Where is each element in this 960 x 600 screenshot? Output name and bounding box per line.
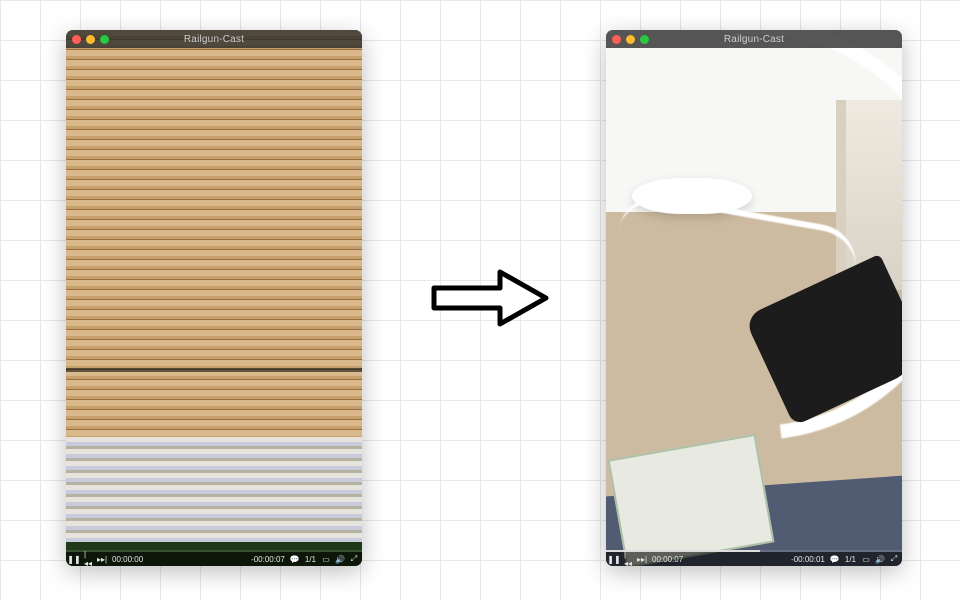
prev-track-icon[interactable]: |◂◂ (624, 550, 632, 566)
player-window-before: Railgun-Cast ❚❚ |◂◂ ▸▸| 00:00:00 -00:00:… (66, 30, 362, 566)
next-track-icon[interactable]: ▸▸| (98, 555, 106, 564)
window-mode-icon[interactable]: ▭ (862, 555, 870, 564)
elapsed-time: 00:00:00 (112, 555, 143, 564)
titlebar[interactable]: Railgun-Cast (66, 30, 362, 48)
remaining-time: -00:00:01 (791, 555, 825, 564)
prev-track-icon[interactable]: |◂◂ (84, 550, 92, 566)
remaining-time: -00:00:07 (251, 555, 285, 564)
volume-icon[interactable]: 🔊 (336, 555, 344, 564)
volume-icon[interactable]: 🔊 (876, 555, 884, 564)
window-title: Railgun-Cast (66, 34, 362, 45)
camera-frame-image (606, 30, 902, 566)
next-track-icon[interactable]: ▸▸| (638, 555, 646, 564)
elapsed-time: 00:00:07 (652, 555, 683, 564)
arrow-icon (430, 264, 550, 332)
minimize-icon[interactable] (626, 35, 635, 44)
chapter-icon[interactable]: 💬 (291, 555, 299, 564)
fullscreen-icon[interactable]: ⤢ (890, 554, 898, 564)
minimize-icon[interactable] (86, 35, 95, 44)
zoom-icon[interactable] (100, 35, 109, 44)
zoom-icon[interactable] (640, 35, 649, 44)
window-mode-icon[interactable]: ▭ (322, 555, 330, 564)
pause-icon[interactable]: ❚❚ (70, 555, 78, 564)
chapter-icon[interactable]: 💬 (831, 555, 839, 564)
chapter-count: 1/1 (305, 555, 316, 564)
glitched-frame-image (66, 437, 362, 554)
notebook-object (608, 434, 775, 566)
pause-icon[interactable]: ❚❚ (610, 555, 618, 564)
playback-controls: ❚❚ |◂◂ ▸▸| 00:00:07 -00:00:01 💬 1/1 ▭ 🔊 … (606, 552, 902, 566)
chapter-count: 1/1 (845, 555, 856, 564)
player-window-after: Railgun-Cast ❚❚ |◂◂ ▸▸| 00:00:07 -00:00:… (606, 30, 902, 566)
video-viewport[interactable] (606, 30, 902, 566)
titlebar[interactable]: Railgun-Cast (606, 30, 902, 48)
fullscreen-icon[interactable]: ⤢ (350, 554, 358, 564)
close-icon[interactable] (72, 35, 81, 44)
video-viewport[interactable] (66, 30, 362, 566)
window-title: Railgun-Cast (606, 34, 902, 45)
playback-controls: ❚❚ |◂◂ ▸▸| 00:00:00 -00:00:07 💬 1/1 ▭ 🔊 … (66, 552, 362, 566)
close-icon[interactable] (612, 35, 621, 44)
